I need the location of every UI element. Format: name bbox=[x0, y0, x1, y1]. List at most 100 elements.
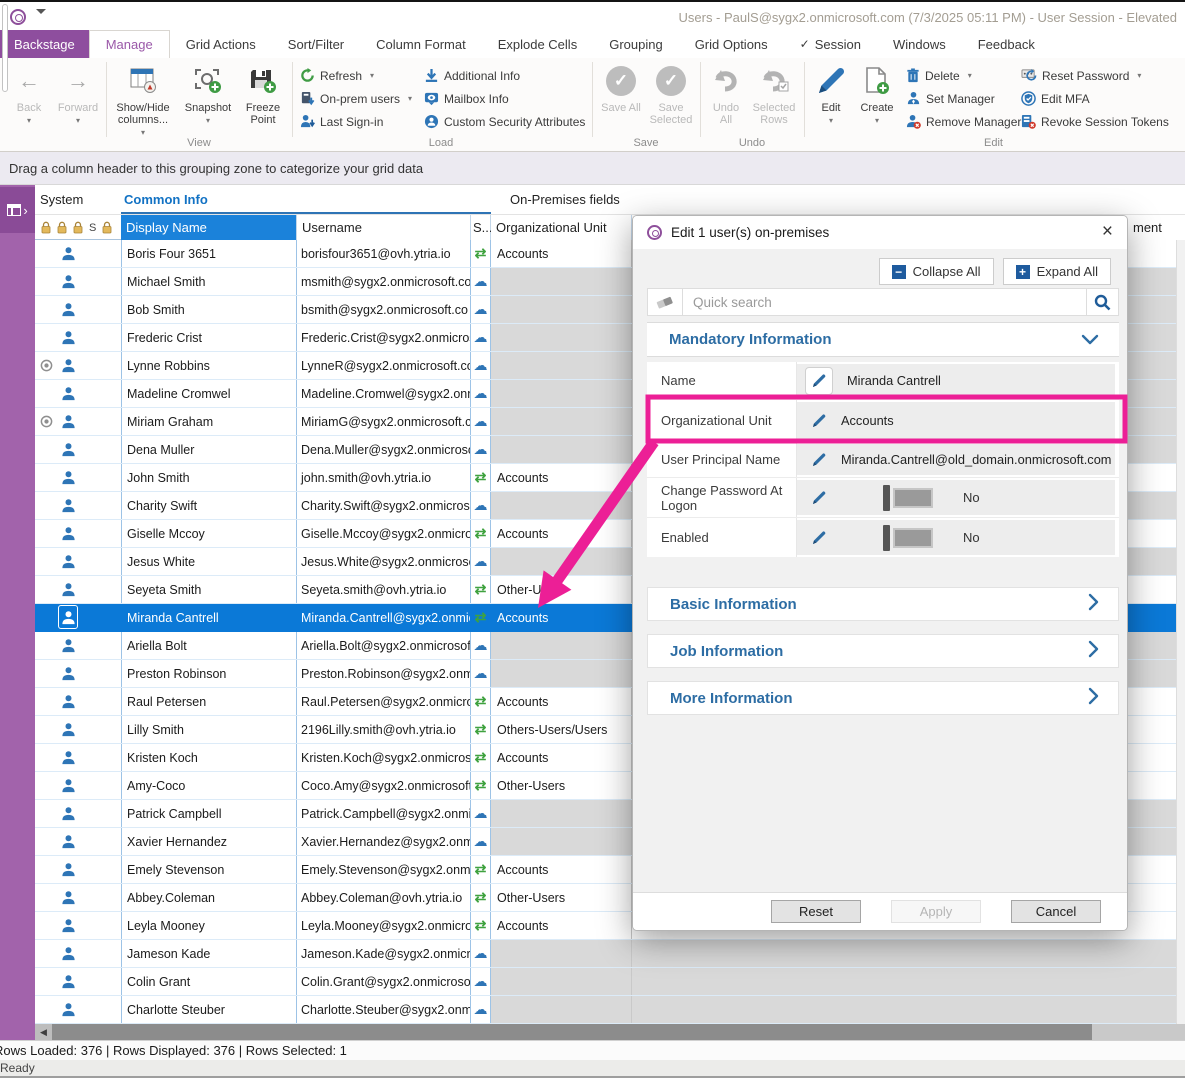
collapse-all-button[interactable]: − Collapse All bbox=[879, 258, 994, 285]
toggle-track[interactable] bbox=[893, 528, 933, 548]
custom-security-attributes-button[interactable]: Custom Security Attributes bbox=[424, 112, 585, 131]
display-name-cell[interactable]: Miranda Cantrell bbox=[121, 604, 297, 631]
organizational-unit-cell[interactable]: Other-Users bbox=[491, 576, 632, 603]
organizational-unit-cell[interactable] bbox=[491, 828, 632, 855]
organizational-unit-cell[interactable]: Others-Users/Users bbox=[491, 716, 632, 743]
delete-button[interactable]: Delete▾ bbox=[906, 66, 1021, 85]
display-name-cell[interactable]: Charlotte Steuber bbox=[121, 996, 297, 1023]
organizational-unit-cell[interactable]: Other-Users bbox=[491, 884, 632, 911]
organizational-unit-cell[interactable]: Accounts bbox=[491, 856, 632, 883]
username-cell[interactable]: borisfour3651@ovh.ytria.io bbox=[297, 240, 471, 267]
toggle-track[interactable] bbox=[893, 488, 933, 508]
display-name-cell[interactable]: Madeline Cromwel bbox=[121, 380, 297, 407]
group-header-common-info[interactable]: Common Info bbox=[124, 192, 208, 207]
close-icon[interactable]: × bbox=[1102, 221, 1113, 243]
organizational-unit-cell[interactable] bbox=[491, 996, 632, 1023]
column-header-organizational-unit[interactable]: Organizational Unit bbox=[491, 215, 632, 240]
organizational-unit-cell[interactable] bbox=[491, 408, 632, 435]
system-lock-columns[interactable]: S bbox=[37, 215, 121, 240]
clear-search-button[interactable] bbox=[647, 288, 683, 316]
freeze-point-button[interactable]: Freeze Point bbox=[240, 62, 286, 126]
cancel-button[interactable]: Cancel bbox=[1011, 900, 1101, 923]
username-cell[interactable]: Dena.Muller@sygx2.onmicroso bbox=[297, 436, 471, 463]
additional-info-button[interactable]: Additional Info bbox=[424, 66, 585, 85]
username-cell[interactable]: Preston.Robinson@sygx2.onmi bbox=[297, 660, 471, 687]
display-name-cell[interactable]: Leyla Mooney bbox=[121, 912, 297, 939]
column-header-username[interactable]: Username bbox=[297, 215, 471, 240]
username-cell[interactable]: john.smith@ovh.ytria.io bbox=[297, 464, 471, 491]
display-name-cell[interactable]: Kristen Koch bbox=[121, 744, 297, 771]
organizational-unit-cell[interactable] bbox=[491, 380, 632, 407]
back-button[interactable]: ← Back▾ bbox=[8, 62, 50, 127]
table-row[interactable]: Colin GrantColin.Grant@sygx2.onmicrosof☁ bbox=[35, 968, 1185, 996]
field-value[interactable]: Miranda.Cantrell@old_domain.onmicrosoft.… bbox=[797, 444, 1115, 475]
horizontal-scrollbar-thumb[interactable] bbox=[52, 1024, 1092, 1040]
group-header-on-premises[interactable]: On-Premises fields bbox=[510, 192, 620, 207]
tab-grid-options[interactable]: Grid Options bbox=[679, 30, 784, 58]
display-name-cell[interactable]: Patrick Campbell bbox=[121, 800, 297, 827]
edit-pencil-button[interactable] bbox=[805, 367, 833, 395]
organizational-unit-cell[interactable]: Other-Users bbox=[491, 772, 632, 799]
field-value[interactable]: No bbox=[797, 480, 1115, 515]
username-cell[interactable]: MiriamG@sygx2.onmicrosoft.c bbox=[297, 408, 471, 435]
display-name-cell[interactable]: Lynne Robbins bbox=[121, 352, 297, 379]
reset-password-button[interactable]: Reset Password▾ bbox=[1021, 66, 1169, 85]
display-name-cell[interactable]: Seyeta Smith bbox=[121, 576, 297, 603]
display-name-cell[interactable]: Preston Robinson bbox=[121, 660, 297, 687]
username-cell[interactable]: Kristen.Koch@sygx2.onmicros bbox=[297, 744, 471, 771]
field-value[interactable]: Miranda Cantrell bbox=[797, 364, 1115, 397]
organizational-unit-cell[interactable]: Accounts bbox=[491, 744, 632, 771]
username-cell[interactable]: Madeline.Cromwel@sygx2.onn bbox=[297, 380, 471, 407]
username-cell[interactable]: Patrick.Campbell@sygx2.onmic bbox=[297, 800, 471, 827]
username-cell[interactable]: bsmith@sygx2.onmicrosoft.co bbox=[297, 296, 471, 323]
display-name-cell[interactable]: Emely Stevenson bbox=[121, 856, 297, 883]
reset-button[interactable]: Reset bbox=[771, 900, 861, 923]
organizational-unit-cell[interactable] bbox=[491, 940, 632, 967]
field-value[interactable]: No bbox=[797, 520, 1115, 555]
display-name-cell[interactable]: Abbey.Coleman bbox=[121, 884, 297, 911]
username-cell[interactable]: Coco.Amy@sygx2.onmicrosoft bbox=[297, 772, 471, 799]
tab-sort-filter[interactable]: Sort/Filter bbox=[272, 30, 360, 58]
username-cell[interactable]: Xavier.Hernandez@sygx2.onmi bbox=[297, 828, 471, 855]
display-name-cell[interactable]: Jameson Kade bbox=[121, 940, 297, 967]
table-row[interactable]: Charlotte SteuberCharlotte.Steuber@sygx2… bbox=[35, 996, 1185, 1024]
revoke-session-tokens-button[interactable]: Revoke Session Tokens bbox=[1021, 112, 1169, 131]
display-name-cell[interactable]: Charity Swift bbox=[121, 492, 297, 519]
set-manager-button[interactable]: Set Manager bbox=[906, 89, 1021, 108]
group-header-system[interactable]: System bbox=[40, 192, 83, 207]
tab-grid-actions[interactable]: Grid Actions bbox=[170, 30, 272, 58]
edit-pencil-icon[interactable] bbox=[811, 490, 827, 506]
column-header-display-name[interactable]: Display Name bbox=[121, 215, 297, 240]
tab-grouping[interactable]: Grouping bbox=[593, 30, 678, 58]
horizontal-scrollbar[interactable]: ◀ bbox=[35, 1024, 1185, 1040]
column-header-sync[interactable]: S... bbox=[471, 215, 491, 240]
display-name-cell[interactable]: Colin Grant bbox=[121, 968, 297, 995]
organizational-unit-cell[interactable]: Accounts bbox=[491, 688, 632, 715]
username-cell[interactable]: Ariella.Bolt@sygx2.onmicrosof bbox=[297, 632, 471, 659]
organizational-unit-cell[interactable]: Accounts bbox=[491, 520, 632, 547]
username-cell[interactable]: Giselle.Mccoy@sygx2.onmicro bbox=[297, 520, 471, 547]
username-cell[interactable]: LynneR@sygx2.onmicrosoft.co bbox=[297, 352, 471, 379]
display-name-cell[interactable]: Boris Four 3651 bbox=[121, 240, 297, 267]
undo-all-button[interactable]: Undo All bbox=[706, 62, 746, 126]
section-job-information[interactable]: Job Information bbox=[647, 634, 1119, 668]
section-basic-information[interactable]: Basic Information bbox=[647, 587, 1119, 621]
field-value[interactable]: Accounts bbox=[797, 402, 1115, 439]
edit-mfa-button[interactable]: Edit MFA bbox=[1021, 89, 1169, 108]
display-name-cell[interactable]: Dena Muller bbox=[121, 436, 297, 463]
forward-button[interactable]: → Forward▾ bbox=[52, 62, 104, 127]
vertical-scrollbar[interactable] bbox=[1176, 240, 1185, 1024]
save-selected-button[interactable]: ✓ Save Selected bbox=[646, 62, 696, 126]
show-hide-columns-button[interactable]: Show/Hide columns...▾ bbox=[112, 62, 174, 139]
snapshot-button[interactable]: Snapshot▾ bbox=[182, 62, 234, 127]
display-name-cell[interactable]: Raul Petersen bbox=[121, 688, 297, 715]
organizational-unit-cell[interactable] bbox=[491, 632, 632, 659]
username-cell[interactable]: Leyla.Mooney@sygx2.onmicro bbox=[297, 912, 471, 939]
search-button[interactable] bbox=[1087, 288, 1119, 316]
save-all-button[interactable]: ✓ Save All bbox=[600, 62, 642, 114]
vertical-scrollbar-thumb[interactable] bbox=[2, 4, 8, 92]
section-more-information[interactable]: More Information bbox=[647, 681, 1119, 715]
display-name-cell[interactable]: Miriam Graham bbox=[121, 408, 297, 435]
on-prem-users-button[interactable]: On-prem users▾ bbox=[300, 89, 412, 108]
username-cell[interactable]: Seyeta.smith@ovh.ytria.io bbox=[297, 576, 471, 603]
